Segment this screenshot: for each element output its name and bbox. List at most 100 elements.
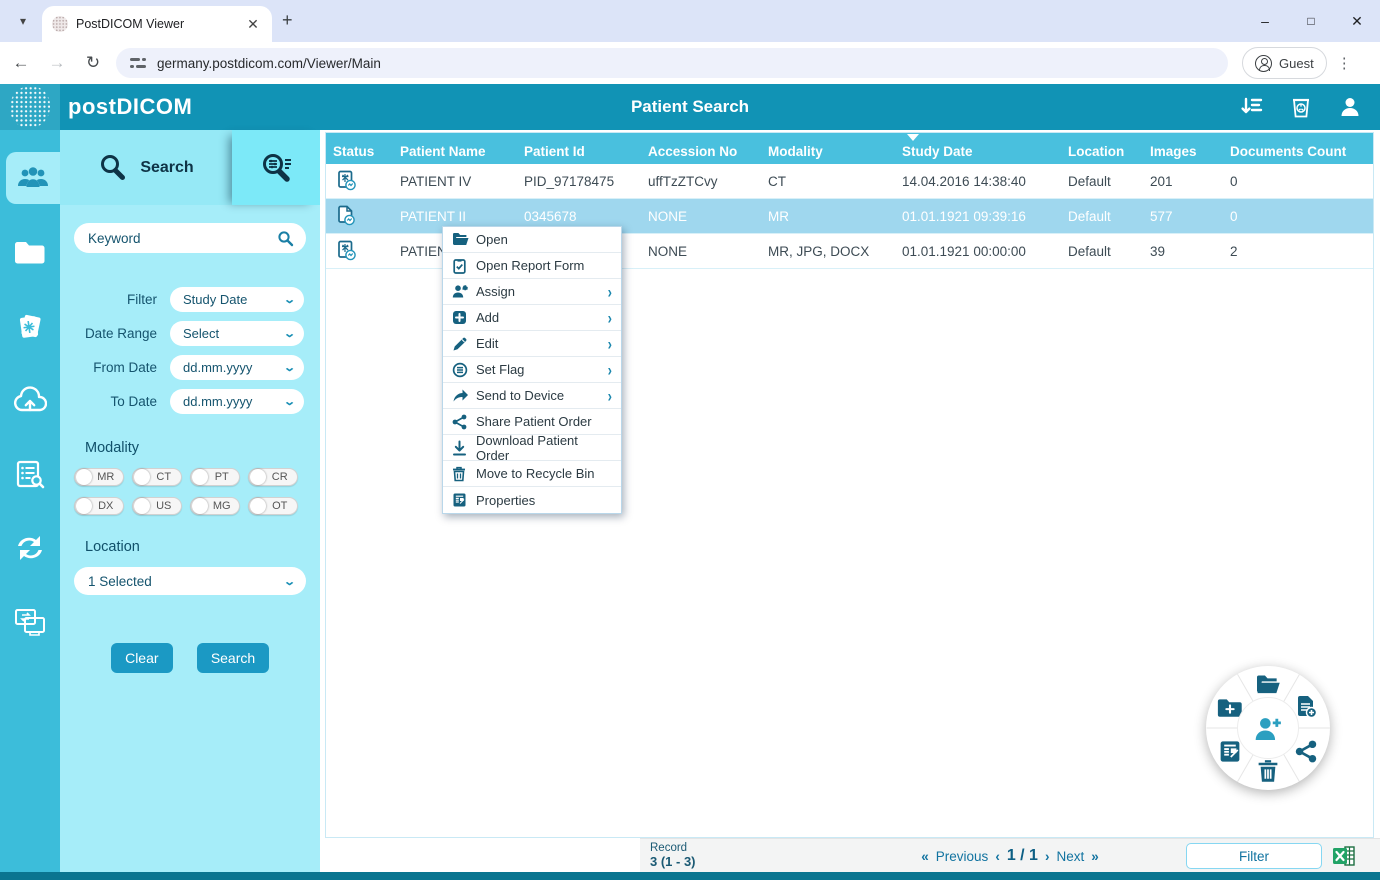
- share-icon: [452, 414, 476, 430]
- col-patient-name[interactable]: Patient Name: [393, 133, 517, 164]
- sidebar-item-patients[interactable]: [6, 152, 60, 204]
- previous-page-button[interactable]: Previous: [936, 849, 989, 864]
- recycle-bin-icon[interactable]: [1290, 95, 1312, 119]
- user-account-icon[interactable]: [1338, 95, 1362, 119]
- url-text: germany.postdicom.com/Viewer/Main: [157, 56, 381, 71]
- sync-arrows-icon: [15, 533, 45, 563]
- modality-toggle-us[interactable]: US: [132, 497, 182, 515]
- col-documents-count[interactable]: Documents Count: [1223, 133, 1373, 164]
- clear-button[interactable]: Clear: [111, 643, 173, 673]
- back-button[interactable]: ←: [6, 48, 36, 78]
- sidebar-item-studies[interactable]: [0, 300, 60, 352]
- sidebar-item-remote-devices[interactable]: [0, 596, 60, 648]
- radial-share-button[interactable]: [1292, 737, 1320, 765]
- search-button[interactable]: Search: [197, 643, 269, 673]
- browser-menu-button[interactable]: ⋮: [1337, 54, 1352, 72]
- network-transfer-icon: [14, 607, 46, 637]
- col-accession-no[interactable]: Accession No: [641, 133, 761, 164]
- status-cell: [326, 169, 393, 193]
- reload-button[interactable]: ↻: [78, 48, 108, 78]
- menu-item-assign[interactable]: Assign ›: [443, 279, 621, 305]
- tab-advanced-search[interactable]: [232, 130, 320, 205]
- sidebar-item-order-list[interactable]: [0, 448, 60, 500]
- modality-toggle-ct[interactable]: CT: [132, 468, 182, 486]
- sort-download-queue-icon[interactable]: [1240, 95, 1264, 119]
- menu-item-move-to-recycle-bin[interactable]: Move to Recycle Bin: [443, 461, 621, 487]
- radial-delete-button[interactable]: [1254, 756, 1282, 784]
- filter-button[interactable]: Filter: [1186, 843, 1322, 869]
- sidebar-item-sync[interactable]: [0, 522, 60, 574]
- accession-no-cell: NONE: [641, 209, 761, 224]
- window-minimize-button[interactable]: –: [1242, 0, 1288, 42]
- window-close-button[interactable]: ✕: [1334, 0, 1380, 42]
- modality-toggle-mg[interactable]: MG: [190, 497, 240, 515]
- filter-select[interactable]: Study Date⌄: [170, 287, 304, 312]
- from-date-select[interactable]: dd.mm.yyyy⌄: [170, 355, 304, 380]
- properties-icon: [1218, 739, 1242, 764]
- report-status-icon: [335, 204, 359, 228]
- profile-label: Guest: [1279, 56, 1314, 71]
- radial-assign-button[interactable]: [1237, 697, 1299, 759]
- browser-tab[interactable]: PostDICOM Viewer ✕: [42, 6, 272, 42]
- submenu-arrow-icon: ›: [608, 360, 612, 380]
- forward-button[interactable]: →: [42, 48, 72, 78]
- col-modality[interactable]: Modality: [761, 133, 895, 164]
- next-page-icon[interactable]: ›: [1045, 849, 1050, 864]
- col-study-date[interactable]: Study Date: [895, 133, 1061, 164]
- menu-item-send-to-device[interactable]: Send to Device ›: [443, 383, 621, 409]
- profile-button[interactable]: Guest: [1242, 47, 1327, 79]
- sidebar-item-folders[interactable]: [0, 226, 60, 278]
- first-page-icon[interactable]: «: [921, 849, 929, 864]
- report-form-icon: [452, 258, 476, 274]
- col-images[interactable]: Images: [1143, 133, 1223, 164]
- previous-page-icon[interactable]: ‹: [995, 849, 1000, 864]
- last-page-icon[interactable]: »: [1091, 849, 1099, 864]
- menu-item-download-patient-order[interactable]: Download Patient Order: [443, 435, 621, 461]
- set-flag-icon: [452, 362, 476, 378]
- radial-quick-menu: [1206, 666, 1330, 790]
- export-excel-button[interactable]: [1332, 844, 1356, 868]
- site-settings-icon[interactable]: [130, 56, 147, 70]
- menu-item-open[interactable]: Open: [443, 227, 621, 253]
- accession-no-cell: uffTzZTCvy: [641, 174, 761, 189]
- keyword-search-icon[interactable]: [277, 230, 294, 247]
- tab-search-chevron-icon[interactable]: ▾: [10, 8, 36, 34]
- menu-item-share-patient-order[interactable]: Share Patient Order: [443, 409, 621, 435]
- location-select[interactable]: 1 Selected ⌄: [74, 567, 306, 595]
- from-date-label: From Date: [60, 360, 170, 375]
- keyword-field-wrap: [74, 223, 306, 253]
- col-status[interactable]: Status: [326, 133, 393, 164]
- patient-id-cell: PID_97178475: [517, 174, 641, 189]
- modality-toggle-pt[interactable]: PT: [190, 468, 240, 486]
- assign-user-icon: [452, 284, 476, 299]
- images-cell: 201: [1143, 174, 1223, 189]
- col-patient-id[interactable]: Patient Id: [517, 133, 641, 164]
- next-page-button[interactable]: Next: [1056, 849, 1084, 864]
- radial-open-button[interactable]: [1254, 671, 1282, 699]
- filter-label: Filter: [60, 292, 170, 307]
- address-bar[interactable]: germany.postdicom.com/Viewer/Main: [116, 48, 1228, 78]
- to-date-label: To Date: [60, 394, 170, 409]
- tab-title: PostDICOM Viewer: [76, 17, 244, 31]
- menu-item-properties[interactable]: Properties: [443, 487, 621, 513]
- menu-item-set-flag[interactable]: Set Flag ›: [443, 357, 621, 383]
- report-status-icon: [335, 239, 359, 263]
- table-row[interactable]: PATIENT IV PID_97178475 uffTzZTCvy CT 14…: [326, 164, 1373, 199]
- modality-toggle-cr[interactable]: CR: [248, 468, 298, 486]
- sidebar-item-upload[interactable]: [0, 374, 60, 426]
- menu-item-add[interactable]: Add ›: [443, 305, 621, 331]
- date-range-select[interactable]: Select⌄: [170, 321, 304, 346]
- to-date-select[interactable]: dd.mm.yyyy⌄: [170, 389, 304, 414]
- modality-toggle-ot[interactable]: OT: [248, 497, 298, 515]
- modality-toggle-mr[interactable]: MR: [74, 468, 124, 486]
- keyword-input[interactable]: [86, 230, 277, 247]
- col-location[interactable]: Location: [1061, 133, 1143, 164]
- modality-toggle-dx[interactable]: DX: [74, 497, 124, 515]
- menu-item-edit[interactable]: Edit ›: [443, 331, 621, 357]
- tab-basic-search[interactable]: Search: [60, 130, 232, 205]
- menu-item-open-report-form[interactable]: Open Report Form: [443, 253, 621, 279]
- tab-close-icon[interactable]: ✕: [244, 15, 262, 33]
- open-folder-icon: [1255, 674, 1281, 696]
- window-maximize-button[interactable]: □: [1288, 0, 1334, 42]
- new-tab-button[interactable]: +: [282, 11, 293, 29]
